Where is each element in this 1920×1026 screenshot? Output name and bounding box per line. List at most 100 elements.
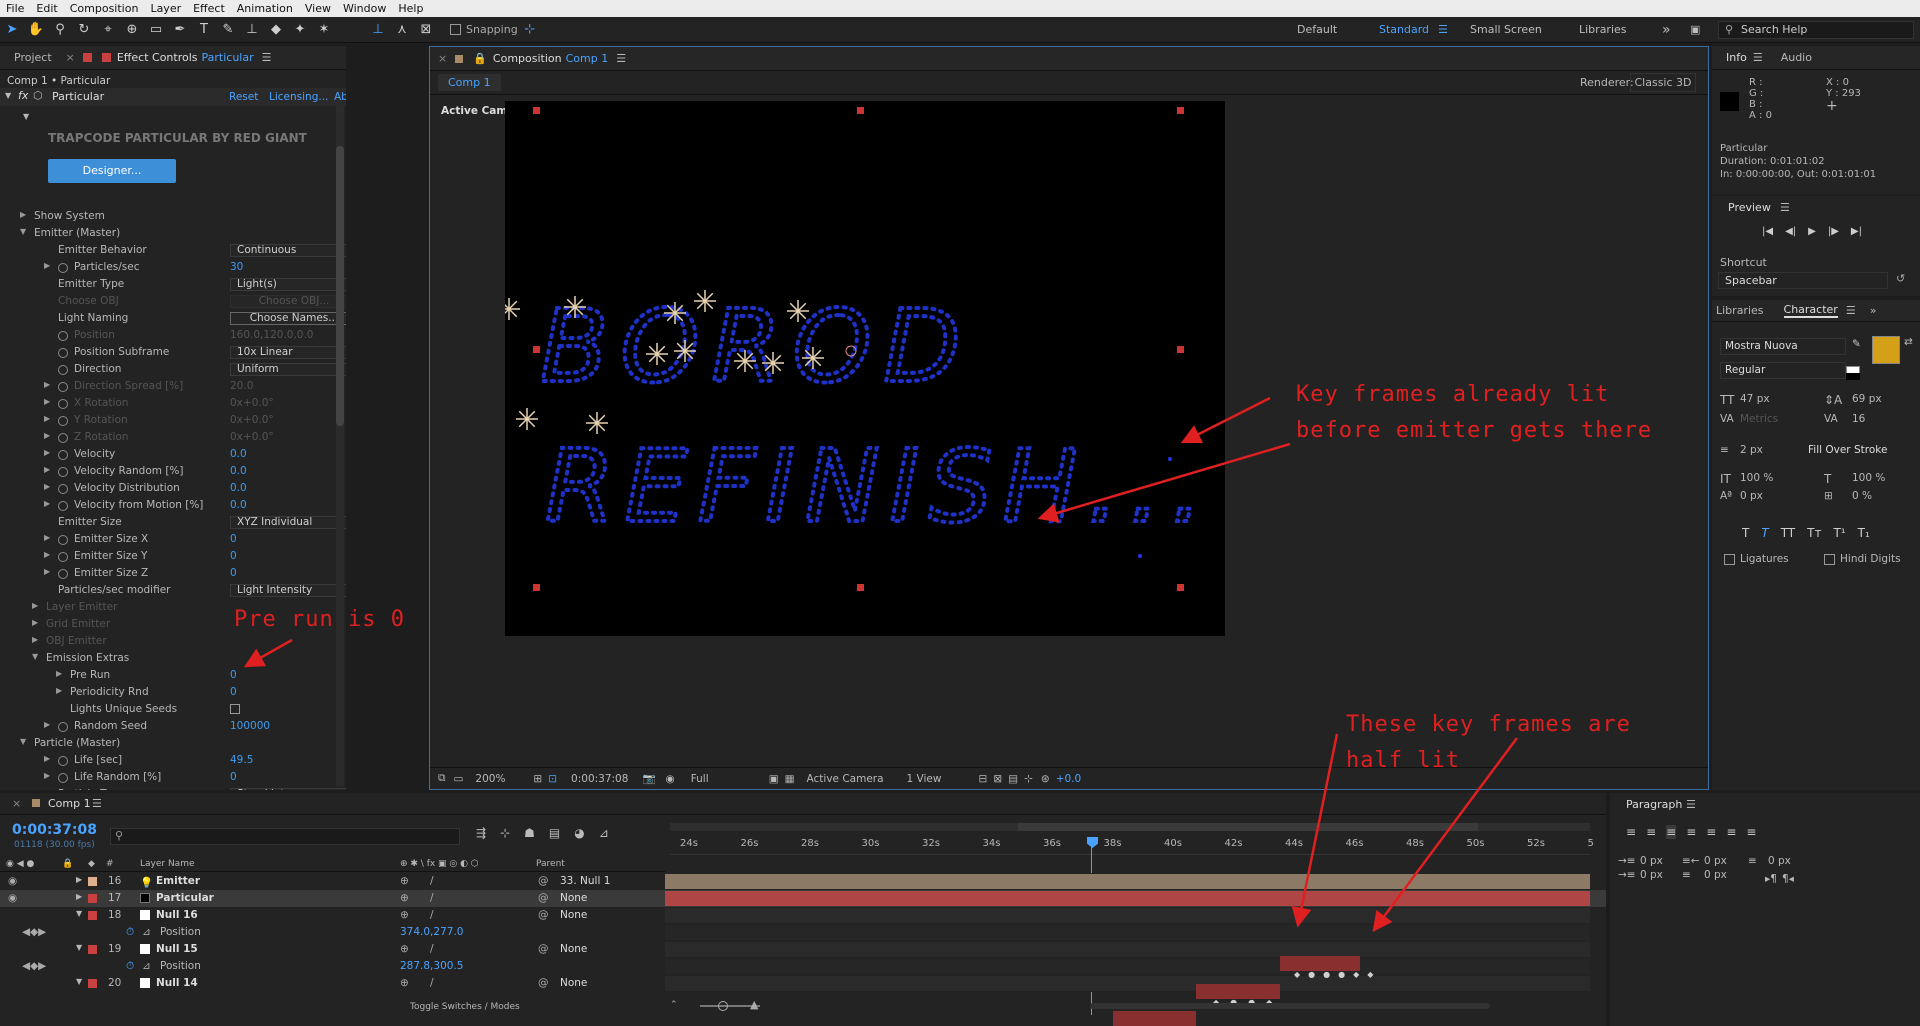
- quality-switch-icon[interactable]: /: [430, 909, 434, 921]
- ligatures-checkbox[interactable]: [1724, 554, 1735, 565]
- collapsed-triangle-icon[interactable]: ▶: [44, 465, 54, 474]
- graph-icon[interactable]: ⊿: [142, 960, 151, 972]
- parent-select[interactable]: None: [560, 977, 640, 989]
- snap-icon[interactable]: ⊹: [518, 19, 542, 41]
- parent-pickwhip-icon[interactable]: @: [538, 892, 549, 904]
- comp-lock-icon[interactable]: 🔒: [473, 52, 487, 65]
- work-area-range[interactable]: [1018, 823, 1478, 831]
- parent-select[interactable]: None: [560, 909, 640, 921]
- effect-row-obj-emitter[interactable]: ▶ OBJ Emitter: [0, 635, 346, 649]
- stopwatch-icon[interactable]: ⏱: [126, 960, 134, 973]
- property-value[interactable]: 0x+0.0°: [230, 397, 274, 409]
- rtl-direction-icon[interactable]: ¶◂: [1782, 873, 1794, 885]
- property-dropdown[interactable]: XYZ Individual: [230, 516, 346, 529]
- layer-switches[interactable]: ⊕: [400, 909, 409, 921]
- collapsed-triangle-icon[interactable]: ▶: [32, 601, 42, 610]
- zoom-tool-icon[interactable]: ⚲: [48, 19, 72, 41]
- timeline-timecode[interactable]: 0:00:37:08: [12, 822, 97, 838]
- exposure-value[interactable]: +0.0: [1056, 773, 1082, 785]
- effect-scrollbar-thumb[interactable]: [336, 146, 344, 426]
- panel-menu-icon[interactable]: ☰: [262, 51, 272, 64]
- close-icon[interactable]: ×: [66, 51, 75, 64]
- null16-keyframes[interactable]: ◆●●●◆◆: [1294, 970, 1381, 979]
- effect-row-emitter-type[interactable]: Emitter Type Light(s): [0, 278, 346, 292]
- comp-close-icon[interactable]: ×: [430, 52, 455, 65]
- ltr-direction-icon[interactable]: ▸¶: [1765, 873, 1777, 885]
- timeline-zoom-bar[interactable]: ⌃ ▲: [670, 998, 1590, 1012]
- clone-stamp-tool-icon[interactable]: ⊥: [240, 19, 264, 41]
- info-menu-icon[interactable]: ☰: [1753, 51, 1763, 64]
- effect-row-show-system[interactable]: ▶ Show System: [0, 210, 346, 224]
- workspace-standard[interactable]: Standard: [1379, 17, 1429, 43]
- layer-label-color[interactable]: [88, 911, 97, 920]
- effect-row-periodicity-rnd[interactable]: ▶ Periodicity Rnd 0: [0, 686, 346, 700]
- layer-expand-icon[interactable]: ▼: [76, 909, 82, 918]
- expand-icon[interactable]: ▼: [23, 112, 29, 121]
- timeline-menu-icon[interactable]: ☰: [92, 797, 102, 810]
- more-panels-icon[interactable]: »: [1870, 304, 1877, 317]
- collapsed-triangle-icon[interactable]: ▶: [56, 686, 66, 695]
- justify-last-center-icon[interactable]: ≡: [1706, 825, 1716, 839]
- timeline-icon[interactable]: ▤: [1008, 773, 1018, 785]
- superscript-icon[interactable]: T¹: [1833, 526, 1845, 540]
- property-value[interactable]: 0: [230, 771, 237, 783]
- effect-row-velocity-from-motion[interactable]: ▶ Velocity from Motion [%] 0.0: [0, 499, 346, 513]
- property-dropdown[interactable]: Uniform: [230, 363, 346, 376]
- stopwatch-icon[interactable]: [58, 484, 68, 494]
- all-caps-icon[interactable]: TT: [1781, 526, 1795, 540]
- subscript-icon[interactable]: T₁: [1858, 526, 1870, 540]
- property-value[interactable]: 0.0: [230, 499, 247, 511]
- fill-color-swatch[interactable]: [1872, 336, 1900, 364]
- stopwatch-icon[interactable]: [58, 773, 68, 783]
- comp-subtab[interactable]: Comp 1: [438, 74, 501, 91]
- workspace-menu-icon[interactable]: ☰: [1438, 17, 1448, 43]
- monitor-icon[interactable]: ▭: [454, 773, 464, 785]
- menu-item-layer[interactable]: Layer: [144, 2, 187, 15]
- position-value[interactable]: 374.0,277.0: [400, 926, 463, 938]
- effect-row-emitter-size-y[interactable]: ▶ Emitter Size Y 0: [0, 550, 346, 564]
- menu-item-view[interactable]: View: [299, 2, 337, 15]
- parent-pickwhip-icon[interactable]: @: [538, 943, 549, 955]
- effect-scrollbar[interactable]: [336, 106, 344, 786]
- null16-bar[interactable]: [1280, 956, 1360, 971]
- layer-switches[interactable]: ⊕: [400, 875, 409, 887]
- tab-composition[interactable]: Composition: [493, 52, 562, 65]
- layer-row[interactable]: ▼ 18 Null 16 ⊕ / @ None: [0, 907, 1606, 924]
- tab-info[interactable]: Info: [1712, 51, 1747, 64]
- comp-viewer-canvas[interactable]: BOROD REFINISH...: [505, 101, 1225, 636]
- stopwatch-icon[interactable]: [58, 450, 68, 460]
- property-row[interactable]: ◀◆▶ ⏱ ⊿ Position 374.0,277.0: [0, 924, 1606, 941]
- tab-effect-controls[interactable]: Effect Controls: [117, 51, 198, 64]
- layer-name[interactable]: Particular: [156, 892, 214, 904]
- renderer-select[interactable]: Classic 3D: [1630, 73, 1696, 92]
- small-caps-icon[interactable]: Tт: [1807, 526, 1821, 540]
- vertical-scale-value[interactable]: 100 %: [1740, 472, 1773, 484]
- collapsed-triangle-icon[interactable]: ▶: [56, 669, 66, 678]
- parent-select[interactable]: None: [560, 892, 640, 904]
- effect-row-emitter-size-x[interactable]: ▶ Emitter Size X 0: [0, 533, 346, 547]
- collapsed-triangle-icon[interactable]: ▶: [44, 550, 54, 559]
- comp-panel-menu-icon[interactable]: ☰: [616, 52, 626, 65]
- expanded-triangle-icon[interactable]: ▼: [20, 227, 30, 236]
- collapsed-triangle-icon[interactable]: ▶: [44, 499, 54, 508]
- property-value[interactable]: 0: [230, 669, 237, 681]
- stopwatch-icon[interactable]: [58, 501, 68, 511]
- toggle-switches-label[interactable]: Toggle Switches / Modes: [410, 1002, 520, 1012]
- leading-value[interactable]: 69 px: [1852, 393, 1882, 405]
- layer-label-color[interactable]: [88, 877, 97, 886]
- align-right-icon[interactable]: ≡: [1666, 825, 1677, 839]
- workspace-small-screen[interactable]: Small Screen: [1470, 17, 1542, 43]
- layer-switches[interactable]: ⊕: [400, 892, 409, 904]
- property-dropdown[interactable]: Light Intensity: [230, 584, 346, 597]
- effect-row-z-rotation[interactable]: ▶ Z Rotation 0x+0.0°: [0, 431, 346, 445]
- first-frame-icon[interactable]: |◀: [1762, 226, 1773, 237]
- selection-tool-icon[interactable]: ➤: [0, 19, 24, 41]
- layer-duration-bar[interactable]: [665, 874, 1590, 889]
- flowchart-icon[interactable]: ⊹: [1024, 773, 1033, 785]
- stopwatch-icon[interactable]: [58, 365, 68, 375]
- layer-name[interactable]: Null 14: [156, 977, 198, 989]
- layer-row[interactable]: ◉ ▶ 17 Particular ⊕ / @ None: [0, 890, 1606, 907]
- null14-bar[interactable]: [1113, 1011, 1196, 1026]
- transparency-grid-icon[interactable]: ▦: [785, 773, 795, 785]
- more-workspaces-icon[interactable]: »: [1662, 17, 1671, 43]
